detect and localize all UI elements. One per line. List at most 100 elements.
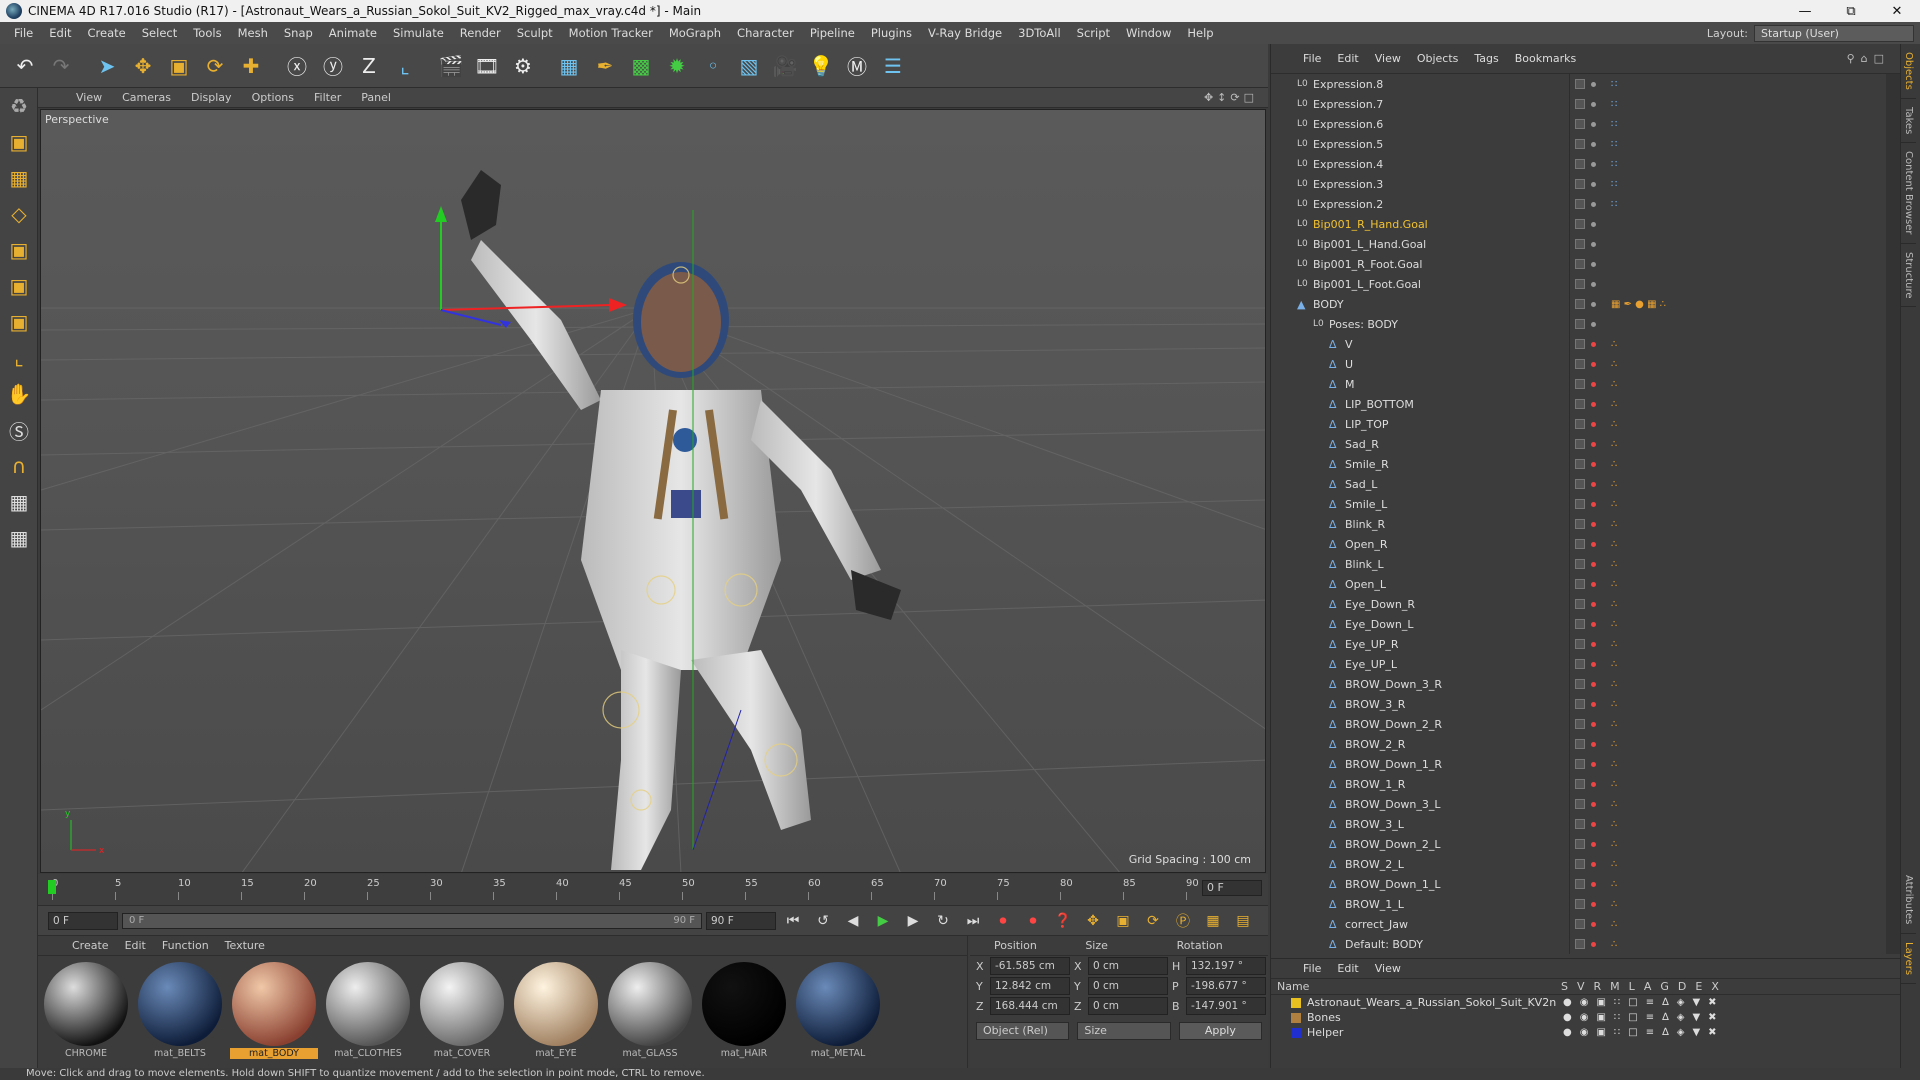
layer-flag-toggles[interactable]: ●◉▣∷□≡∆◈▼✖ <box>1563 1027 1725 1038</box>
object-menu-edit[interactable]: Edit <box>1329 52 1366 65</box>
object-enable-checkbox[interactable] <box>1575 879 1585 889</box>
object-row[interactable]: ∆ Blink_L ∴ <box>1271 554 1887 574</box>
size-z-field[interactable]: 0 cm <box>1088 997 1168 1015</box>
polygons-mode-icon[interactable]: ▣ <box>0 304 38 340</box>
object-row[interactable]: L0 Expression.5 ∷ <box>1271 134 1887 154</box>
object-visibility-dot[interactable] <box>1591 422 1596 427</box>
object-menu-tags[interactable]: Tags <box>1466 52 1506 65</box>
object-enable-checkbox[interactable] <box>1575 939 1585 949</box>
floor-icon[interactable]: ▧ <box>732 49 766 83</box>
material-menu-edit[interactable]: Edit <box>117 939 154 952</box>
key-scale-icon[interactable]: ▣ <box>1110 908 1136 934</box>
menu-simulate[interactable]: Simulate <box>385 26 452 40</box>
edges-mode-icon[interactable]: ▣ <box>0 268 38 304</box>
object-enable-checkbox[interactable] <box>1575 699 1585 709</box>
pose-tag-icon[interactable]: ∴ <box>1611 359 1617 370</box>
pose-tag-icon[interactable]: ∴ <box>1611 639 1617 650</box>
viewport-menu-filter[interactable]: Filter <box>304 91 351 104</box>
object-row[interactable]: ∆ U ∴ <box>1271 354 1887 374</box>
object-visibility-dot[interactable] <box>1591 922 1596 927</box>
play-icon[interactable]: ▶ <box>870 908 896 934</box>
menu-mograph[interactable]: MoGraph <box>661 26 729 40</box>
object-row[interactable]: L0 Expression.6 ∷ <box>1271 114 1887 134</box>
next-key-icon[interactable]: ↻ <box>930 908 956 934</box>
pose-tag-icon[interactable]: ∴ <box>1611 519 1617 530</box>
side-tab-takes[interactable]: Takes <box>1901 99 1916 144</box>
key-parameter-icon[interactable]: Ⓟ <box>1170 908 1196 934</box>
object-row[interactable]: ∆ Sad_R ∴ <box>1271 434 1887 454</box>
rotate-tool-icon[interactable]: ⟳ <box>198 49 232 83</box>
object-visibility-dot[interactable] <box>1591 142 1596 147</box>
object-visibility-flags[interactable] <box>1575 619 1596 629</box>
object-visibility-dot[interactable] <box>1591 722 1596 727</box>
perspective-viewport[interactable]: y x Perspective Grid Spacing : 100 cm <box>40 109 1266 873</box>
cube-object-icon[interactable]: ▦ <box>552 49 586 83</box>
object-visibility-dot[interactable] <box>1591 322 1596 327</box>
expression-tag-icon[interactable]: ∷ <box>1611 119 1617 130</box>
menu-help[interactable]: Help <box>1179 26 1221 40</box>
object-visibility-dot[interactable] <box>1591 362 1596 367</box>
pose-tag-icon[interactable]: ∴ <box>1611 559 1617 570</box>
object-enable-checkbox[interactable] <box>1575 499 1585 509</box>
redo-icon[interactable]: ↷ <box>44 49 78 83</box>
object-visibility-dot[interactable] <box>1591 602 1596 607</box>
object-row[interactable]: ∆ BROW_Down_2_R ∴ <box>1271 714 1887 734</box>
layer-menu-edit[interactable]: Edit <box>1329 962 1366 975</box>
object-visibility-dot[interactable] <box>1591 762 1596 767</box>
end-frame-field[interactable]: 90 F <box>706 911 776 930</box>
object-row[interactable]: L0 Bip001_L_Foot.Goal <box>1271 274 1887 294</box>
menu-character[interactable]: Character <box>729 26 802 40</box>
pose-tag-icon[interactable]: ∴ <box>1611 439 1617 450</box>
object-visibility-dot[interactable] <box>1591 822 1596 827</box>
apply-button[interactable]: Apply <box>1178 1022 1263 1040</box>
object-row[interactable]: ∆ Open_L ∴ <box>1271 574 1887 594</box>
object-row[interactable]: ∆ Smile_L ∴ <box>1271 494 1887 514</box>
key-rotation-icon[interactable]: ⟳ <box>1140 908 1166 934</box>
pose-tag-icon[interactable]: ∴ <box>1611 539 1617 550</box>
object-menu-file[interactable]: File <box>1295 52 1329 65</box>
object-row[interactable]: ∆ Smile_R ∴ <box>1271 454 1887 474</box>
object-row[interactable]: ∆ LIP_BOTTOM ∴ <box>1271 394 1887 414</box>
python-icon[interactable]: ☰ <box>876 49 910 83</box>
object-enable-checkbox[interactable] <box>1575 519 1585 529</box>
side-tab-objects[interactable]: Objects <box>1901 44 1916 99</box>
object-enable-checkbox[interactable] <box>1575 419 1585 429</box>
object-visibility-flags[interactable] <box>1575 99 1596 109</box>
object-visibility-flags[interactable] <box>1575 799 1596 809</box>
object-visibility-flags[interactable] <box>1575 279 1596 289</box>
y-axis-lock-icon[interactable]: ⓨ <box>316 49 350 83</box>
menu-3dtoall[interactable]: 3DToAll <box>1010 26 1069 40</box>
layer-color-swatch[interactable] <box>1291 997 1301 1008</box>
layer-flag-header[interactable]: S <box>1561 980 1568 993</box>
viewport-menu-view[interactable]: View <box>66 91 112 104</box>
object-enable-checkbox[interactable] <box>1575 799 1585 809</box>
object-visibility-dot[interactable] <box>1591 402 1596 407</box>
object-enable-checkbox[interactable] <box>1575 339 1585 349</box>
object-visibility-dot[interactable] <box>1591 462 1596 467</box>
object-visibility-flags[interactable] <box>1575 79 1596 89</box>
menu-pipeline[interactable]: Pipeline <box>802 26 863 40</box>
material-swatch[interactable]: CHROME <box>42 962 130 1062</box>
object-enable-checkbox[interactable] <box>1575 859 1585 869</box>
object-row[interactable]: L0 Expression.8 ∷ <box>1271 74 1887 94</box>
object-visibility-dot[interactable] <box>1591 782 1596 787</box>
object-row[interactable]: ∆ LIP_TOP ∴ <box>1271 414 1887 434</box>
pose-tag-icon[interactable]: ∴ <box>1611 659 1617 670</box>
object-visibility-dot[interactable] <box>1591 262 1596 267</box>
key-position-icon[interactable]: ✥ <box>1080 908 1106 934</box>
pose-tag-icon[interactable]: ∴ <box>1611 479 1617 490</box>
pose-tag-icon[interactable]: ∴ <box>1611 419 1617 430</box>
object-enable-checkbox[interactable] <box>1575 239 1585 249</box>
go-to-start-icon[interactable]: ⏮ <box>780 908 806 934</box>
object-row[interactable]: L0 Expression.2 ∷ <box>1271 194 1887 214</box>
object-visibility-flags[interactable] <box>1575 459 1596 469</box>
object-row[interactable]: ∆ M ∴ <box>1271 374 1887 394</box>
object-visibility-flags[interactable] <box>1575 479 1596 489</box>
go-to-end-icon[interactable]: ⏭ <box>960 908 986 934</box>
object-enable-checkbox[interactable] <box>1575 139 1585 149</box>
object-search-home-icons[interactable]: ⚲⌂□ <box>1847 52 1900 65</box>
rotation-h-field[interactable]: 132.197 ° <box>1186 957 1266 975</box>
object-menu-bookmarks[interactable]: Bookmarks <box>1507 52 1584 65</box>
object-row[interactable]: L0 Expression.4 ∷ <box>1271 154 1887 174</box>
layer-flag-toggles[interactable]: ●◉▣∷□≡∆◈▼✖ <box>1563 997 1725 1008</box>
